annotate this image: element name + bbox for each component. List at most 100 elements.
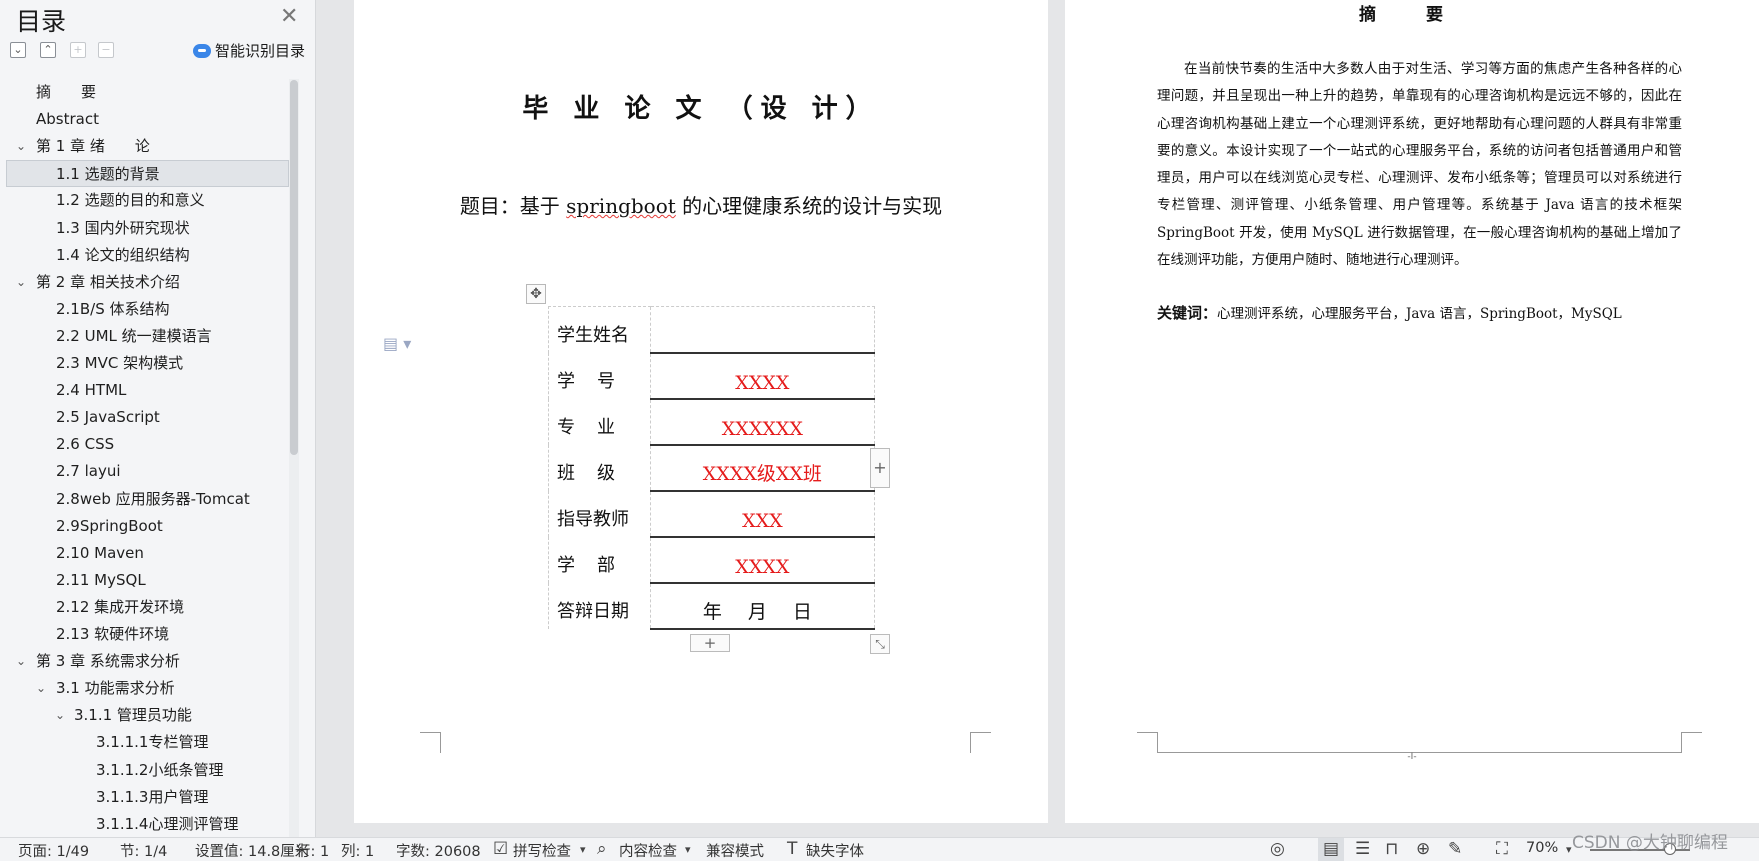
toc-item[interactable]: 1.1 选题的背景 [6, 160, 289, 188]
toc-item-label: 2.6 CSS [56, 435, 115, 454]
paste-options-icon[interactable]: ▤ ▾ [383, 334, 411, 353]
toc-item-label: 2.12 集成开发环境 [56, 597, 185, 616]
toc-item-label: 2.3 MVC 架构模式 [56, 354, 184, 372]
toc-item[interactable]: ⌄ 3.1 功能需求分析 [6, 675, 289, 702]
student-info-table: 学生姓名 学号 XXXX 专业 XXXXXX 班级 XXXX级XX班 指导教师 XXX 学部 XXX… [548, 306, 876, 630]
chevron-down-icon[interactable]: ▾ [1566, 843, 1572, 856]
page-number: -I- [1407, 752, 1417, 762]
toc-item[interactable]: 2.2 UML 统一建模语言 [6, 323, 289, 350]
toc-item-label: 第 1 章 绪 论 [36, 137, 150, 156]
field-value[interactable] [649, 306, 876, 354]
toc-item[interactable]: 3.1.1.3用户管理 [6, 784, 289, 811]
add-heading-icon[interactable]: + [70, 42, 86, 58]
subject-spellcheck-word: springboot [566, 194, 676, 218]
field-label: 指导教师 [548, 490, 651, 537]
field-label: 学部 [548, 536, 651, 583]
table-row: 学号 XXXX [548, 352, 876, 400]
web-view-icon[interactable]: ⊕ [1416, 839, 1430, 859]
toc-item[interactable]: 2.1B/S 体系结构 [6, 296, 289, 323]
toc-scrollbar-thumb[interactable] [290, 80, 298, 455]
toc-item[interactable]: 2.6 CSS [6, 431, 289, 458]
remove-heading-icon[interactable]: − [98, 42, 114, 58]
table-move-handle-icon[interactable]: ✥ [526, 284, 546, 304]
spell-check-button[interactable]: 拼写检查 [513, 840, 571, 861]
toc-item[interactable]: 2.3 MVC 架构模式 [6, 350, 289, 377]
missing-font-button[interactable]: 缺失字体 [806, 840, 864, 861]
eye-protection-icon[interactable]: ◎ [1270, 839, 1285, 859]
close-icon[interactable]: ✕ [280, 4, 298, 29]
toc-item-label: 2.13 软硬件环境 [56, 625, 170, 643]
status-col: 列: 1 [341, 844, 375, 860]
field-value[interactable]: XXXX [649, 536, 876, 584]
field-value[interactable]: 年 月 日 [649, 582, 876, 630]
add-row-button[interactable]: + [690, 634, 730, 652]
watermark: CSDN @大钟聊编程 [1572, 833, 1728, 853]
add-column-button[interactable]: + [870, 448, 890, 488]
toc-item[interactable]: 2.9SpringBoot [6, 513, 289, 540]
toc-item[interactable]: 摘 要 [6, 79, 289, 106]
field-value[interactable]: XXXX [649, 352, 876, 400]
toc-item[interactable]: 2.10 Maven [6, 540, 289, 567]
status-bar: 页面: 1/49 节: 1/4 设置值: 14.8厘米 行: 1 列: 1 字数… [0, 837, 1759, 861]
field-value[interactable]: XXX [649, 490, 876, 538]
toc-item[interactable]: 2.13 软硬件环境 [6, 621, 289, 648]
status-page[interactable]: 页面: 1/49 [18, 840, 89, 861]
smart-toc-label: 智能识别目录 [215, 42, 306, 60]
cover-page[interactable]: 毕 业 论 文 （设 计） 题目：基于 springboot 的心理健康系统的设… [354, 0, 1048, 823]
toc-item[interactable]: ⌄ 3.1.1 管理员功能 [6, 702, 289, 729]
toc-item-label: 3.1.1.3用户管理 [96, 787, 209, 806]
toc-item[interactable]: 3.1.1.2小纸条管理 [6, 757, 289, 784]
toc-item[interactable]: 3.1.1.4心理测评管理 [6, 811, 289, 837]
toc-item[interactable]: Abstract [6, 106, 289, 133]
field-label: 专业 [548, 398, 651, 445]
toc-item[interactable]: 1.4 论文的组织结构 [6, 242, 289, 269]
toc-item[interactable]: ⌄ 第 3 章 系统需求分析 [6, 648, 289, 675]
outline-view-icon[interactable]: ☰ [1355, 839, 1370, 859]
chevron-down-icon[interactable]: ▾ [685, 843, 691, 856]
pen-icon[interactable]: ✎ [1448, 839, 1462, 859]
table-resize-icon[interactable]: ⤡ [870, 634, 890, 654]
compat-mode-label: 兼容模式 [706, 844, 764, 860]
table-row: 指导教师 XXX [548, 490, 876, 538]
chevron-down-icon[interactable]: ⌄ [14, 133, 28, 160]
toc-item[interactable]: ⌄ 第 1 章 绪 论 [6, 133, 289, 160]
chevron-down-icon[interactable]: ⌄ [14, 648, 28, 675]
toc-item[interactable]: 2.7 layui [6, 458, 289, 485]
chevron-down-icon[interactable]: ▾ [580, 843, 586, 856]
toc-item-label: 2.2 UML 统一建模语言 [56, 326, 212, 345]
toc-item[interactable]: 3.1.1.1专栏管理 [6, 729, 289, 756]
keywords-text: 心理测评系统，心理服务平台，Java 语言，SpringBoot，MySQL [1217, 306, 1622, 322]
toc-item[interactable]: 2.5 JavaScript [6, 404, 289, 431]
table-row: 答辩日期年 月 日 [548, 582, 876, 630]
content-check-button[interactable]: 内容检查 [619, 840, 677, 861]
abstract-page[interactable]: 摘 要 在当前快节奏的生活中大多数人由于对生活、学习等方面的焦虑产生各种各样的心… [1065, 0, 1759, 823]
expand-all-icon[interactable]: ⌃ [40, 42, 56, 58]
toc-item[interactable]: 2.4 HTML [6, 377, 289, 404]
content-check-icon: ⌕ [597, 839, 607, 859]
toc-item[interactable]: 1.3 国内外研究现状 [6, 215, 289, 242]
toc-item-label: 1.3 国内外研究现状 [56, 218, 190, 237]
toc-item-label: 第 3 章 系统需求分析 [36, 652, 180, 671]
toc-item-label: 1.1 选题的背景 [56, 165, 160, 184]
thesis-title: 毕 业 论 文 （设 计） [522, 94, 880, 124]
toc-item[interactable]: ⌄ 第 2 章 相关技术介绍 [6, 269, 289, 296]
chevron-down-icon[interactable]: ⌄ [53, 702, 67, 729]
toc-item[interactable]: 1.2 选题的目的和意义 [6, 187, 289, 214]
field-value[interactable]: XXXX级XX班 [649, 444, 876, 492]
chevron-down-icon[interactable]: ⌄ [14, 269, 28, 296]
page-view-icon[interactable]: ▤ [1323, 839, 1339, 859]
chevron-down-icon[interactable]: ⌄ [34, 675, 48, 702]
field-value[interactable]: XXXXXX [649, 398, 876, 446]
collapse-all-icon[interactable]: ⌄ [10, 42, 26, 58]
smart-toc-button[interactable]: 智能识别目录 [193, 40, 305, 61]
zoom-level[interactable]: 70% [1526, 840, 1558, 856]
toc-item[interactable]: 2.11 MySQL [6, 567, 289, 594]
field-label: 答辩日期 [548, 582, 651, 629]
toc-item-label: 摘 要 [36, 83, 97, 101]
toc-item[interactable]: 2.12 集成开发环境 [6, 594, 289, 621]
reading-view-icon[interactable]: ⊓ [1385, 839, 1398, 859]
status-word-count[interactable]: 字数: 20608 [396, 840, 481, 861]
toc-item[interactable]: 2.8web 应用服务器-Tomcat [6, 486, 289, 513]
fit-page-icon[interactable]: ⛶ [1496, 839, 1508, 859]
toc-item-label: 2.10 Maven [56, 543, 144, 562]
